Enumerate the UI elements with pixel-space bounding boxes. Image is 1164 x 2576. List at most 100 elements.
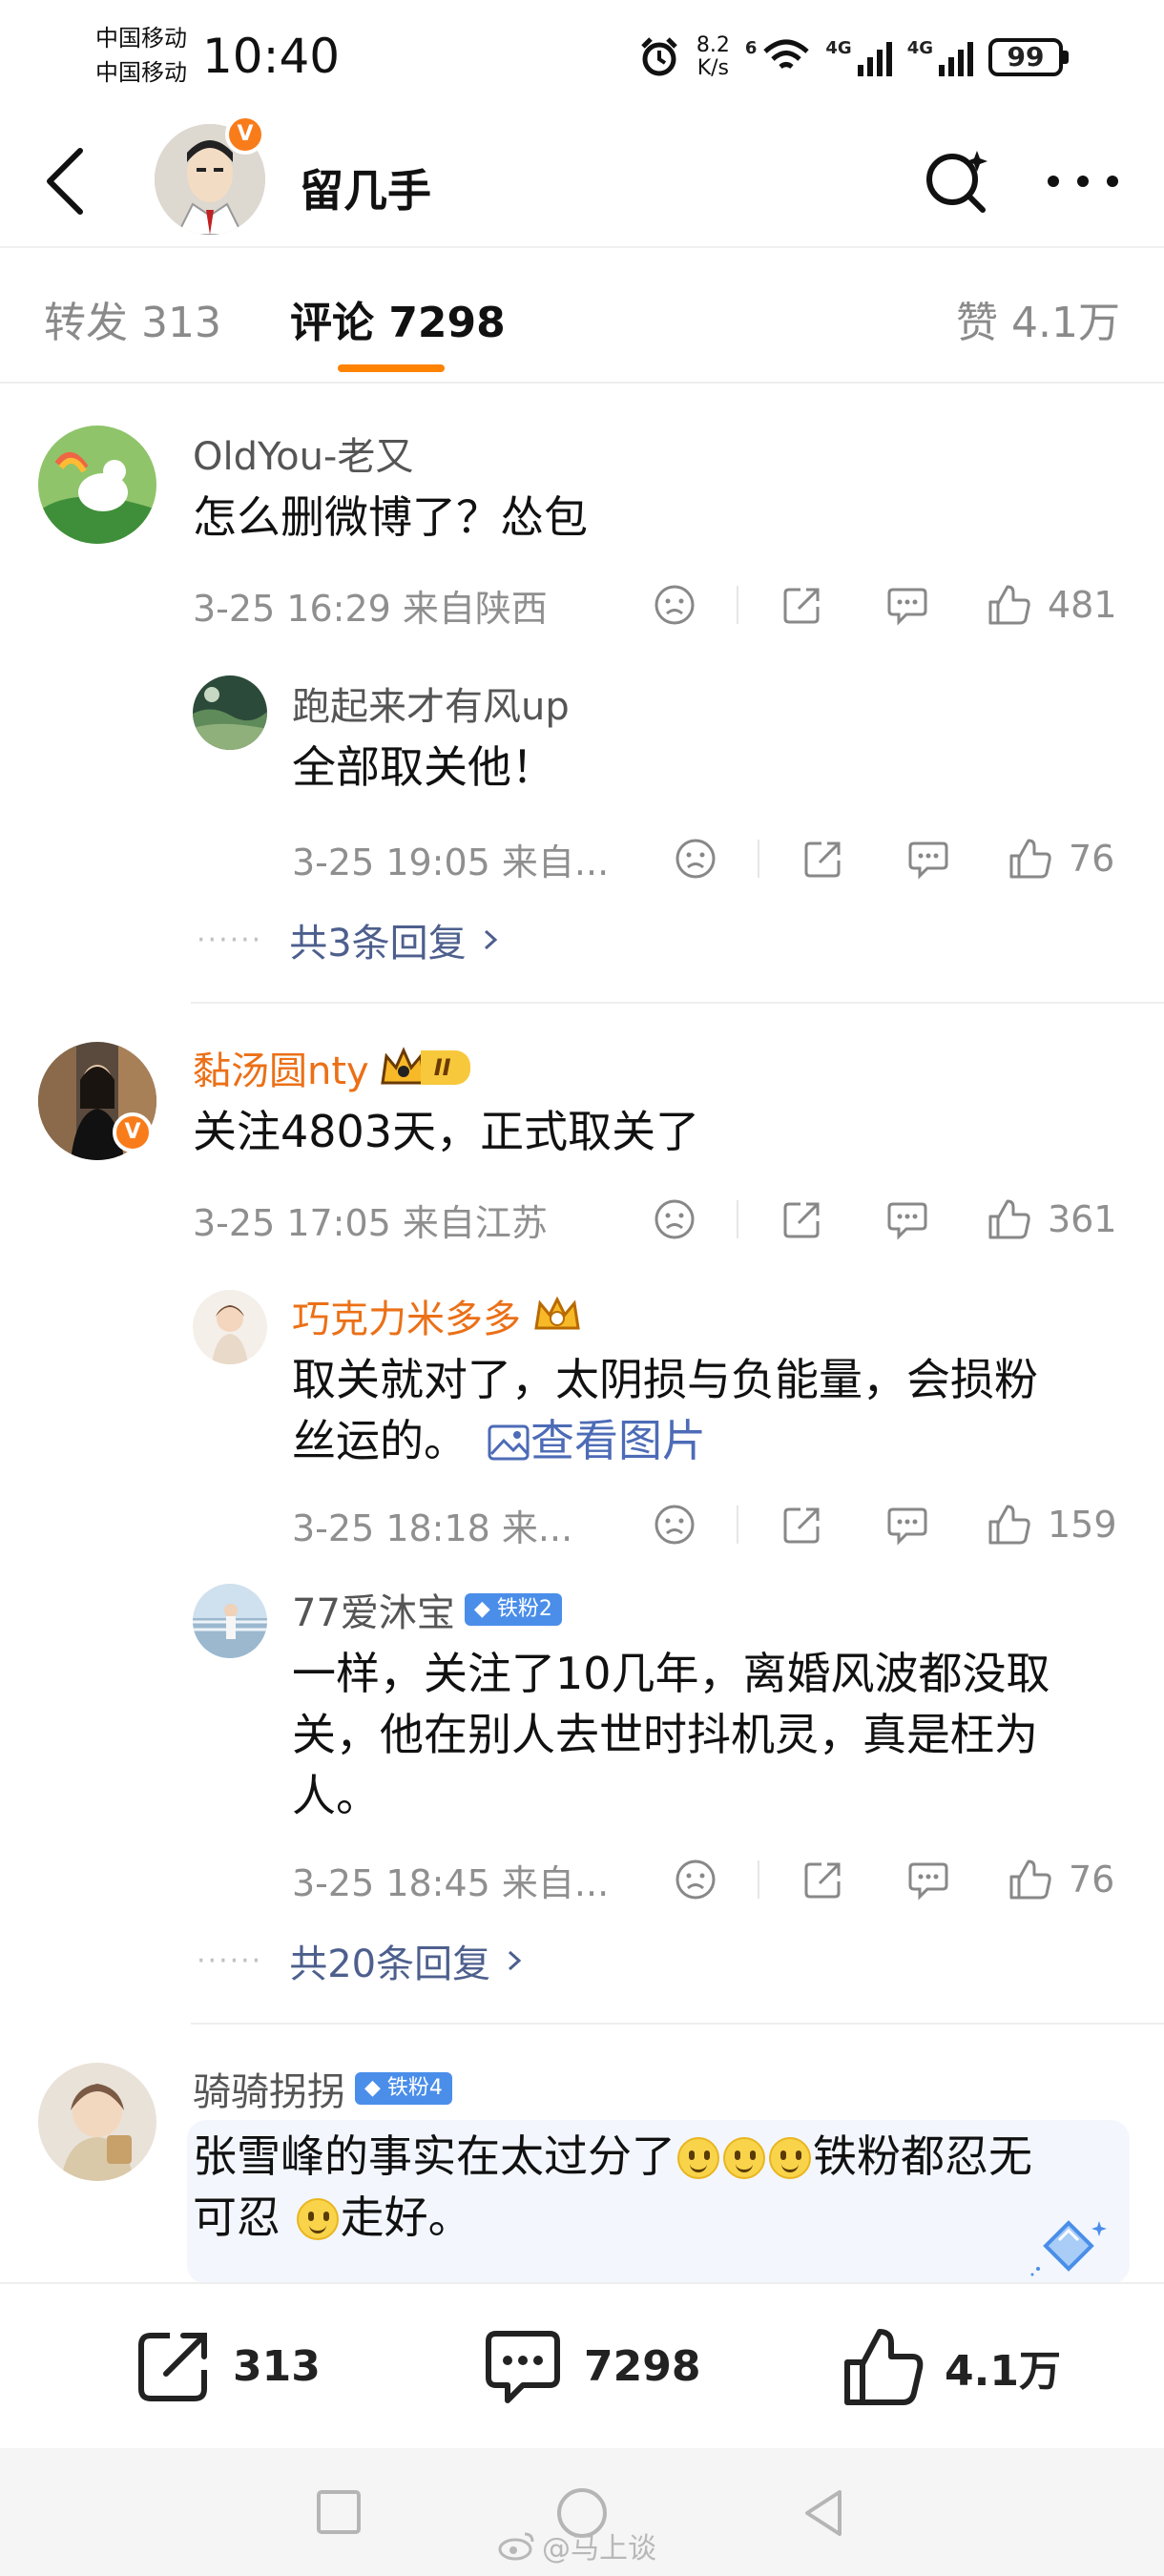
comment-text: 怎么删微博了？怂包	[193, 491, 588, 543]
replier-avatar[interactable]	[193, 1584, 267, 1658]
battery-indicator: 99	[988, 38, 1069, 76]
thumbs-up-icon	[988, 1199, 1030, 1239]
like-button[interactable]: 76	[1008, 1858, 1114, 1901]
view-more-replies-link[interactable]: ······ 共3条回复	[197, 912, 505, 967]
frown-face-icon	[655, 1199, 695, 1239]
replier-name[interactable]: 跑起来才有风up	[292, 675, 570, 731]
share-icon	[138, 2333, 207, 2401]
replier-name[interactable]: 77爱沐宝 ◆ 铁粉2	[292, 1582, 562, 1637]
tab-likes[interactable]: 赞 4.1万	[956, 288, 1120, 349]
reply-meta: 3-25 18:18 来...	[292, 1496, 572, 1553]
comment-icon	[887, 1202, 927, 1240]
commenter-avatar[interactable]	[38, 2063, 156, 2181]
signal-2-label: 4G	[906, 38, 933, 58]
commenter-name[interactable]: 黏汤圆nty II	[193, 1040, 470, 1095]
reply-button[interactable]	[882, 584, 933, 626]
like-button[interactable]: 76	[1008, 837, 1114, 881]
comment-icon	[908, 841, 948, 880]
like-count: 159	[1048, 1504, 1117, 1546]
crown-badge-icon	[534, 1296, 580, 1330]
like-button[interactable]: 159	[987, 1503, 1117, 1547]
share-button[interactable]	[798, 838, 849, 880]
like-button[interactable]: 361	[987, 1197, 1117, 1241]
reply-button[interactable]	[903, 1859, 954, 1901]
smile-emoji-icon	[296, 2198, 339, 2240]
replier-name-text: 77爱沐宝	[292, 1591, 455, 1635]
speed-value: 8.2	[696, 33, 730, 57]
dislike-button[interactable]	[670, 1859, 721, 1901]
tab-reposts[interactable]: 转发 313	[44, 288, 221, 349]
back-arrow-icon[interactable]	[38, 145, 95, 218]
back-triangle-icon[interactable]	[798, 2486, 849, 2540]
thumbs-up-icon	[844, 2329, 924, 2405]
thumbs-up-icon	[1009, 1859, 1051, 1900]
share-icon	[804, 1862, 841, 1899]
thumbs-up-icon	[1009, 839, 1051, 879]
comment-text-segment: 走好。	[340, 2192, 472, 2243]
like-button[interactable]: 481	[987, 583, 1117, 627]
tab-comments[interactable]: 评论 7298	[290, 288, 506, 349]
reply-button[interactable]	[903, 838, 954, 880]
view-image-label: 查看图片	[530, 1415, 706, 1466]
dislike-button[interactable]	[670, 838, 721, 880]
iron-fan-badge-label: 铁粉2	[496, 1597, 552, 1621]
recent-apps-icon[interactable]	[315, 2488, 363, 2536]
view-image-link[interactable]: 查看图片	[487, 1415, 706, 1466]
commenter-avatar[interactable]	[38, 426, 156, 544]
repost-count: 313	[233, 2341, 321, 2391]
reply-text-line-2: 丝运的。 查看图片	[292, 1410, 1112, 1471]
action-divider	[758, 1860, 759, 1899]
reply-actions: 76	[670, 1851, 1114, 1908]
commenter-name-text: OldYou-老又	[193, 435, 414, 479]
share-button[interactable]	[798, 1859, 849, 1901]
commenter-name[interactable]: 骑骑拐拐 ◆ 铁粉4	[193, 2061, 452, 2116]
tab-bar: 转发 313 评论 7298 赞 4.1万	[0, 250, 1164, 384]
reply-text: 全部取关他！	[292, 741, 555, 793]
comment-count: 7298	[584, 2341, 701, 2391]
replier-avatar[interactable]	[193, 675, 267, 750]
comment-text-line-2: 可忍 走好。	[193, 2187, 1109, 2248]
comment-text-line-1: 张雪峰的事实在太过分了 铁粉都忍无	[193, 2126, 1109, 2187]
chevron-right-icon	[484, 929, 497, 950]
share-button[interactable]	[777, 1198, 828, 1240]
view-more-replies-link[interactable]: ······ 共20条回复	[197, 1933, 529, 1988]
verified-badge: V	[225, 114, 265, 155]
repost-button[interactable]: 313	[134, 2326, 321, 2406]
share-button[interactable]	[777, 584, 828, 626]
share-icon	[783, 1507, 820, 1544]
comment-divider	[191, 1002, 1164, 1004]
search-icon[interactable]	[920, 145, 992, 218]
dislike-button[interactable]	[649, 1198, 700, 1240]
replier-name[interactable]: 巧克力米多多	[292, 1288, 584, 1343]
commenter-name-text: 黏汤圆nty	[193, 1049, 369, 1093]
dislike-button[interactable]	[649, 584, 700, 626]
comment-text-segment: 铁粉都忍无	[813, 2130, 1032, 2182]
bottom-action-bar: 313 7298 4.1万	[0, 2282, 1164, 2448]
action-divider	[737, 586, 738, 624]
wifi-label: 6	[744, 38, 758, 58]
reply-actions: 76	[670, 830, 1114, 887]
wifi-icon	[763, 39, 810, 70]
like-count: 361	[1048, 1198, 1117, 1240]
reply-button[interactable]	[882, 1504, 933, 1546]
replier-name-text: 巧克力米多多	[292, 1298, 521, 1341]
comment-button[interactable]: 7298	[481, 2326, 700, 2406]
more-options-icon[interactable]	[1040, 153, 1126, 210]
commenter-name[interactable]: OldYou-老又	[193, 426, 413, 481]
verified-badge: V	[113, 1112, 153, 1153]
reply-button[interactable]	[882, 1198, 933, 1240]
page-title: 留几手	[300, 165, 431, 217]
comment-meta: 3-25 16:29 来自陕西	[193, 576, 548, 634]
replier-avatar[interactable]	[193, 1290, 267, 1364]
comment-text: 张雪峰的事实在太过分了 铁粉都忍无 可忍 走好。	[193, 2126, 1109, 2248]
dislike-button[interactable]	[649, 1504, 700, 1546]
like-post-button[interactable]: 4.1万	[842, 2326, 1061, 2408]
signal-indicator-1: 4G	[825, 38, 892, 76]
image-icon	[488, 1424, 530, 1461]
network-speed: 8.2 K/s	[696, 34, 730, 80]
signal-1-label: 4G	[825, 38, 852, 58]
dotted-leader: ······	[197, 1943, 263, 1978]
share-button[interactable]	[777, 1504, 828, 1546]
avatar-illustration	[193, 1290, 267, 1364]
comment-meta: 3-25 17:05 来自江苏	[193, 1191, 548, 1248]
